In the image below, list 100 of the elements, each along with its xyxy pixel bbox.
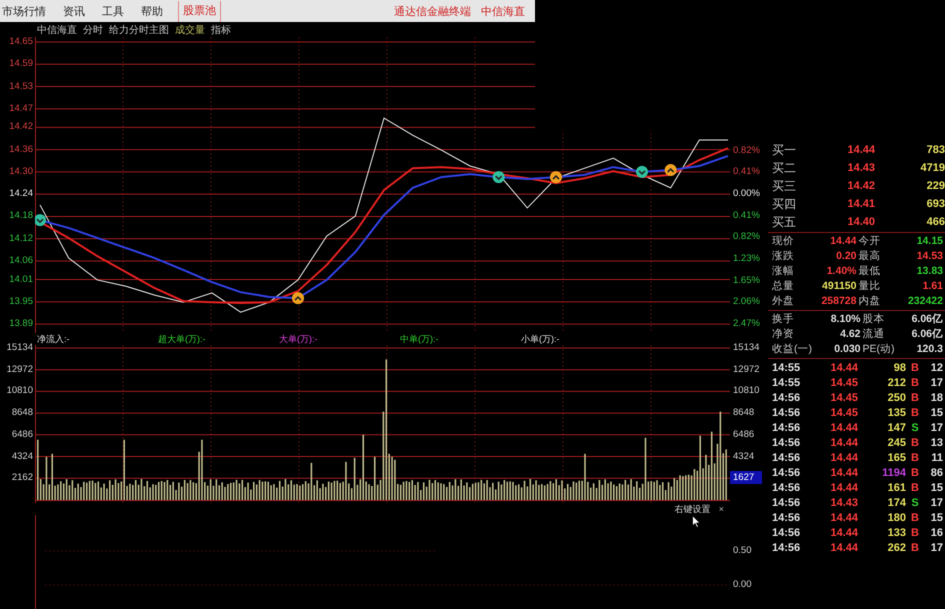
quote-value: 120.3 xyxy=(916,342,943,357)
trade-time: 14:56 xyxy=(772,406,802,421)
close-button[interactable]: × xyxy=(714,503,730,515)
trade-count: 13 xyxy=(930,436,943,451)
percent-axis-label: 0.41% xyxy=(733,210,760,222)
price-axis-label: 14.53 xyxy=(9,80,33,93)
volume-axis-label: 6486 xyxy=(12,428,33,441)
bid-volume: 783 xyxy=(926,143,945,158)
trade-volume: 161 xyxy=(886,481,906,496)
quote-label: 今开 xyxy=(858,234,880,249)
quote-value: 1.61 xyxy=(922,279,943,294)
volume-axis-label: 12972 xyxy=(733,364,760,376)
trade-price: 14.45 xyxy=(829,406,858,421)
indicator-axis-label: 0.00 xyxy=(733,579,752,591)
trade-price: 14.44 xyxy=(829,361,858,376)
trade-side: B xyxy=(910,541,920,556)
percent-axis-label: 2.47% xyxy=(733,318,760,330)
chart-tab[interactable]: 分时 xyxy=(83,22,103,36)
app-title: 通达信金融终端 xyxy=(394,4,471,18)
quote-label: 外盘 xyxy=(772,294,794,309)
chart-tab[interactable]: 成交量 xyxy=(175,22,205,36)
trade-side: S xyxy=(910,421,920,436)
up-chevron-icon xyxy=(664,164,677,176)
price-axis-label: 14.59 xyxy=(9,58,33,70)
trade-time: 14:56 xyxy=(772,421,802,436)
trade-count: 17 xyxy=(930,421,943,436)
menu-item[interactable]: 工具 xyxy=(100,4,133,18)
trade-price: 14.44 xyxy=(829,511,858,526)
trade-time: 14:56 xyxy=(772,436,802,451)
quote-label: 量比 xyxy=(858,279,880,294)
quote-label: 涨幅 xyxy=(772,264,794,279)
bid-price: 14.41 xyxy=(846,197,875,212)
trade-side: B xyxy=(910,391,920,406)
stock-pool-tab[interactable]: 股票池 xyxy=(178,0,221,22)
trade-side: B xyxy=(910,481,920,496)
trade-time: 14:56 xyxy=(772,511,802,526)
quote-value: 14.44 xyxy=(829,234,856,249)
price-axis-label: 14.06 xyxy=(9,254,33,267)
trade-time: 14:56 xyxy=(772,541,802,556)
trade-price: 14.44 xyxy=(829,481,858,496)
trade-count: 16 xyxy=(930,526,943,541)
trade-price: 14.44 xyxy=(829,541,858,556)
bid-volume: 693 xyxy=(926,197,945,212)
trade-count: 18 xyxy=(930,391,943,406)
quote-label: 流通 xyxy=(862,327,886,342)
quote-value: 6.06亿 xyxy=(910,327,943,342)
bid-level-label: 买三 xyxy=(772,178,797,195)
bid-price: 14.44 xyxy=(846,143,875,158)
trade-volume: 250 xyxy=(886,391,906,406)
trade-volume: 245 xyxy=(886,436,906,451)
quote-label: 换手 xyxy=(772,312,795,327)
fund-flow-label: 中单(万):- xyxy=(400,332,440,346)
trade-count: 86 xyxy=(930,466,943,481)
volume-axis-label: 12972 xyxy=(6,364,33,376)
trade-time: 14:56 xyxy=(772,526,802,541)
trade-price: 14.44 xyxy=(829,466,858,481)
percent-axis-label: 1.65% xyxy=(733,274,760,287)
trade-count: 17 xyxy=(930,496,943,511)
price-axis-label: 14.12 xyxy=(9,232,33,245)
trade-count: 15 xyxy=(930,481,943,496)
quote-value: 1.40% xyxy=(826,264,856,279)
quote-label: 收益(一) xyxy=(772,342,812,357)
price-axis-label: 14.36 xyxy=(9,144,33,156)
chart-tab[interactable]: 给力分时主图 xyxy=(109,22,169,36)
volume-axis-label: 8648 xyxy=(12,407,33,420)
volume-axis-label: 4324 xyxy=(733,450,754,462)
trade-volume: 133 xyxy=(886,526,906,541)
volume-axis-label: 6486 xyxy=(733,428,754,441)
down-chevron-icon xyxy=(636,166,648,178)
menu-item[interactable]: 资讯 xyxy=(61,4,94,18)
quote-value: 14.53 xyxy=(916,249,943,264)
quote-label: 股本 xyxy=(862,312,886,327)
fund-flow-label: 超大单(万):- xyxy=(158,332,206,346)
menu-item[interactable]: 帮助 xyxy=(139,4,172,18)
chart-tab[interactable]: 指标 xyxy=(211,22,231,36)
price-axis-label: 13.89 xyxy=(9,318,33,330)
percent-axis-label: 0.82% xyxy=(733,231,760,244)
volume-axis-label: 15134 xyxy=(6,342,33,354)
bid-volume: 229 xyxy=(926,179,945,194)
trade-count: 17 xyxy=(930,541,943,556)
trade-time: 14:56 xyxy=(772,391,802,406)
app-title: 中信海直 xyxy=(481,4,525,18)
quote-label: 涨跌 xyxy=(772,249,794,264)
percent-axis-label: 0.00% xyxy=(733,188,760,200)
volume-axis-label: 10810 xyxy=(733,385,760,398)
trade-volume: 135 xyxy=(886,406,906,421)
fund-flow-label: 大单(万):- xyxy=(279,332,318,346)
trade-count: 12 xyxy=(930,361,943,376)
price-axis-label: 14.01 xyxy=(9,274,33,286)
trade-count: 15 xyxy=(930,511,943,526)
quote-label: 总量 xyxy=(772,279,794,294)
trade-time: 14:56 xyxy=(772,481,802,496)
percent-axis-label: 2.06% xyxy=(733,296,760,308)
trade-time: 14:56 xyxy=(772,466,802,481)
volume-axis-label: 15134 xyxy=(733,342,760,354)
trade-volume: 165 xyxy=(886,451,906,466)
trade-side: B xyxy=(910,526,920,541)
trade-side: B xyxy=(910,466,920,481)
menu-item[interactable]: 市场行情 xyxy=(0,4,55,18)
price-axis-label: 14.30 xyxy=(9,166,33,178)
